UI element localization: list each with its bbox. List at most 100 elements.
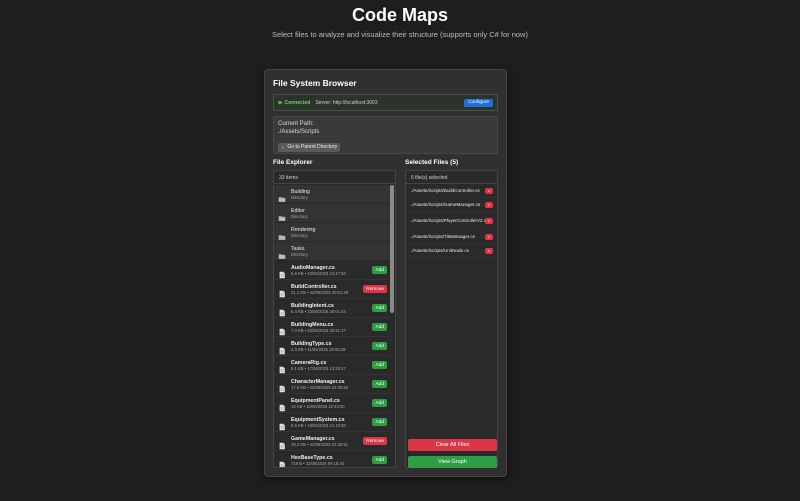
file-info: HexBaseType.cs 719 B • 22/06/2025 09:18:4… bbox=[291, 455, 344, 466]
file-icon bbox=[278, 323, 286, 336]
file-info: BuildingType.cs 4.3 KB • 11/06/2025 15:09… bbox=[291, 341, 345, 352]
file-item: CameraRig.cs 9.1 KB • 17/06/2025 13:28:47… bbox=[274, 356, 391, 375]
file-item: BuildingMenu.cs 7.3 KB • 22/06/2025 20:41… bbox=[274, 318, 391, 337]
file-item: BuildingIntent.cs 5.4 KB • 22/06/2025 20:… bbox=[274, 299, 391, 318]
clear-all-files-button[interactable]: Clear All Files bbox=[408, 439, 497, 451]
current-path-box: Current Path: ./Assets/Scripts ← Go to P… bbox=[273, 116, 498, 154]
file-item: CharacterManager.cs 17.6 KB • 22/06/2025 … bbox=[274, 375, 391, 394]
server-address: Server: http://localhost:3003 bbox=[315, 99, 378, 106]
file-meta: 19.2 KB • 22/06/2025 22:29:51 bbox=[291, 441, 349, 447]
remove-selected-button[interactable]: × bbox=[485, 201, 493, 208]
folder-icon bbox=[278, 190, 286, 202]
add-file-button[interactable]: Add bbox=[372, 456, 387, 464]
file-icon bbox=[278, 437, 286, 450]
file-icon bbox=[278, 456, 286, 467]
selected-count: 5 file(s) selected bbox=[406, 171, 497, 184]
parent-directory-button[interactable]: ← Go to Parent Directory bbox=[278, 142, 341, 152]
remove-selected-button[interactable]: × bbox=[485, 217, 493, 224]
file-icon bbox=[278, 342, 286, 355]
selected-files-panel: 5 file(s) selected ./Assets/Scripts/Buil… bbox=[405, 170, 498, 468]
file-meta: 14 KB • 16/06/2025 22:43:00 bbox=[291, 403, 345, 409]
file-icon bbox=[278, 266, 286, 279]
add-file-button[interactable]: Add bbox=[372, 418, 387, 426]
directory-info: Rendering Directory bbox=[291, 227, 315, 238]
file-info: GameManager.cs 19.2 KB • 22/06/2025 22:29… bbox=[291, 436, 348, 447]
panel-title: File System Browser bbox=[273, 78, 357, 88]
file-info: BuildingMenu.cs 7.3 KB • 22/06/2025 20:41… bbox=[291, 322, 346, 333]
file-item: HexBaseType.cs 719 B • 22/06/2025 09:18:4… bbox=[274, 451, 391, 467]
page-title: Code Maps bbox=[351, 5, 448, 25]
selected-file-item: ./Assets/Scripts/GameManager.cs × bbox=[406, 198, 497, 212]
add-file-button[interactable]: Add bbox=[372, 323, 387, 331]
file-meta: 17.6 KB • 22/06/2025 22:26:56 bbox=[291, 384, 349, 390]
remove-selected-button[interactable]: × bbox=[485, 233, 493, 240]
selected-file-item: ./Assets/Scripts/PlayerControllerV2.cs × bbox=[406, 212, 497, 230]
file-info: EquipmentSystem.cs 6.5 KB • 16/06/2025 21… bbox=[291, 417, 346, 428]
file-meta: 21.1 KB • 22/06/2025 20:01:28 bbox=[291, 289, 349, 295]
current-path-label: Current Path: bbox=[278, 121, 314, 127]
file-explorer: 33 items Building Directory Editor Director… bbox=[273, 170, 396, 468]
directory-info: Building Directory bbox=[291, 189, 310, 200]
file-item: AudioManager.cs 5.6 KB • 22/06/2025 21:47… bbox=[274, 261, 391, 280]
view-graph-button[interactable]: View Graph bbox=[408, 456, 497, 468]
selected-file-path: ./Assets/Scripts/PlayerControllerV2.cs bbox=[411, 217, 489, 223]
file-info: CharacterManager.cs 17.6 KB • 22/06/2025 … bbox=[291, 379, 348, 390]
remove-selected-button[interactable]: × bbox=[485, 247, 493, 254]
status-text: Connected bbox=[284, 99, 311, 106]
file-meta: 9.1 KB • 17/06/2025 13:28:47 bbox=[291, 365, 346, 371]
connection-status-bar: Connected Server: http://localhost:3003 … bbox=[273, 94, 498, 111]
add-file-button[interactable]: Add bbox=[372, 361, 387, 369]
directory-item[interactable]: Rendering Directory bbox=[274, 223, 391, 242]
directory-meta: Directory bbox=[291, 251, 308, 257]
selected-file-item: ./Assets/Scripts/UnitNode.cs × bbox=[406, 244, 497, 258]
file-system-browser-panel: File System Browser Connected Server: ht… bbox=[264, 69, 507, 477]
selected-file-path: ./Assets/Scripts/BuildController.cs bbox=[411, 187, 480, 193]
remove-file-button[interactable]: Remove bbox=[363, 285, 387, 293]
explorer-item-count: 33 items bbox=[274, 171, 395, 184]
directory-name: Building bbox=[291, 188, 310, 195]
directory-info: Tasks Directory bbox=[291, 246, 308, 257]
file-item: GameManager.cs 19.2 KB • 22/06/2025 22:29… bbox=[274, 432, 391, 451]
file-name: EquipmentPanel.cs bbox=[291, 397, 340, 404]
selected-files-title: Selected Files (5) bbox=[405, 159, 459, 166]
file-info: BuildingIntent.cs 5.4 KB • 22/06/2025 20:… bbox=[291, 303, 346, 314]
selected-file-item: ./Assets/Scripts/TileManager.cs × bbox=[406, 230, 497, 244]
file-icon bbox=[278, 361, 286, 374]
add-file-button[interactable]: Add bbox=[372, 266, 387, 274]
current-path-value: ./Assets/Scripts bbox=[278, 129, 320, 135]
folder-icon bbox=[278, 228, 286, 240]
file-item: EquipmentSystem.cs 6.5 KB • 16/06/2025 21… bbox=[274, 413, 391, 432]
scrollbar-thumb[interactable] bbox=[390, 185, 394, 313]
file-meta: 5.4 KB • 22/06/2025 20:01:44 bbox=[291, 308, 346, 314]
add-file-button[interactable]: Add bbox=[372, 380, 387, 388]
page-subtitle: Select files to analyze and visualize th… bbox=[272, 30, 528, 39]
selected-file-path: ./Assets/Scripts/GameManager.cs bbox=[411, 201, 481, 207]
directory-item[interactable]: Editor Directory bbox=[274, 204, 391, 223]
page-header: Code Maps Select files to analyze and vi… bbox=[0, 0, 800, 39]
file-meta: 5.6 KB • 22/06/2025 21:47:50 bbox=[291, 270, 346, 276]
directory-item[interactable]: Building Directory bbox=[274, 185, 391, 204]
remove-file-button[interactable]: Remove bbox=[363, 437, 387, 445]
directory-info: Editor Directory bbox=[291, 208, 308, 219]
file-icon bbox=[278, 418, 286, 431]
file-info: BuildController.cs 21.1 KB • 22/06/2025 2… bbox=[291, 284, 348, 295]
selected-file-path: ./Assets/Scripts/TileManager.cs bbox=[411, 233, 475, 239]
file-explorer-title: File Explorer bbox=[273, 159, 313, 166]
remove-selected-button[interactable]: × bbox=[485, 187, 493, 194]
directory-meta: Directory bbox=[291, 213, 308, 219]
file-name: EquipmentSystem.cs bbox=[291, 416, 345, 423]
directory-meta: Directory bbox=[291, 194, 308, 200]
add-file-button[interactable]: Add bbox=[372, 399, 387, 407]
configure-button[interactable]: Configure bbox=[464, 98, 493, 107]
directory-meta: Directory bbox=[291, 232, 308, 238]
file-item: BuildingType.cs 4.3 KB • 11/06/2025 15:09… bbox=[274, 337, 391, 356]
add-file-button[interactable]: Add bbox=[372, 342, 387, 350]
directory-item[interactable]: Tasks Directory bbox=[274, 242, 391, 261]
file-icon bbox=[278, 399, 286, 412]
file-meta: 4.3 KB • 11/06/2025 15:09:29 bbox=[291, 346, 346, 352]
add-file-button[interactable]: Add bbox=[372, 304, 387, 312]
explorer-scrollbar[interactable] bbox=[390, 185, 394, 467]
file-icon bbox=[278, 304, 286, 317]
status-dot-icon bbox=[278, 100, 282, 105]
explorer-list: Building Directory Editor Directory Renderin… bbox=[274, 185, 391, 467]
